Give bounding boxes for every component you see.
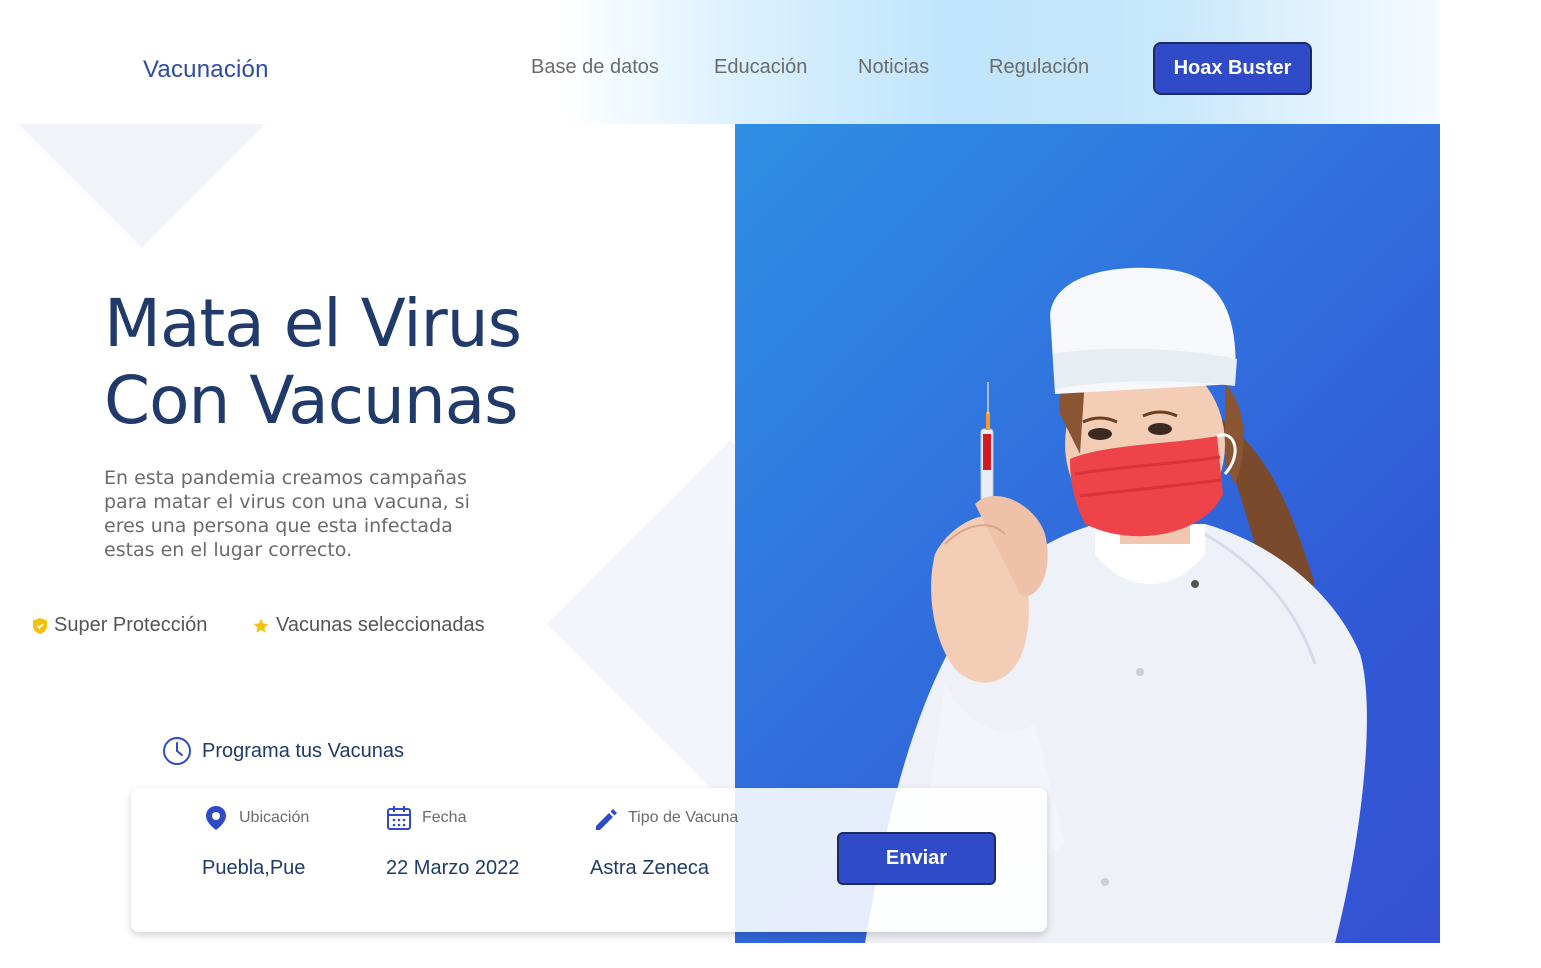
field-label-text: Ubicación: [239, 809, 310, 826]
field-label-tipo-de-vacuna: Tipo de Vacuna: [592, 804, 738, 832]
hero-title: Mata el Virus Con Vacunas: [104, 285, 522, 439]
nav-link-base-de-datos[interactable]: Base de datos: [531, 56, 659, 79]
feature-vacunas-seleccionadas: Vacunas seleccionadas: [252, 614, 485, 637]
date-value[interactable]: 22 Marzo 2022: [386, 857, 519, 880]
nav-link-educacion[interactable]: Educación: [714, 56, 807, 79]
schedule-heading-label: Programa tus Vacunas: [202, 739, 404, 762]
location-pin-icon: [206, 806, 226, 830]
calendar-icon: [387, 806, 411, 830]
field-label-text: Tipo de Vacuna: [628, 809, 739, 826]
hero-description: En esta pandemia creamos campañas para m…: [104, 467, 470, 561]
star-icon: [253, 618, 269, 633]
pencil-icon: [596, 809, 617, 830]
nav-link-regulacion[interactable]: Regulación: [989, 56, 1089, 79]
feature-label: Vacunas seleccionadas: [276, 614, 485, 636]
hero-title-line-2: Con Vacunas: [104, 362, 519, 439]
shield-icon: [33, 617, 47, 634]
hoax-buster-button[interactable]: Hoax Buster: [1153, 42, 1312, 95]
feature-label: Super Protección: [54, 614, 208, 636]
field-label-text: Fecha: [422, 809, 467, 826]
field-label-ubicacion: Ubicación: [203, 804, 309, 832]
decorative-triangle: [18, 124, 266, 248]
vaccine-type-value[interactable]: Astra Zeneca: [590, 857, 709, 880]
submit-button[interactable]: Enviar: [837, 832, 996, 885]
clock-icon: [163, 737, 191, 765]
schedule-heading: Programa tus Vacunas: [162, 736, 404, 766]
feature-super-proteccion: Super Protección: [32, 614, 207, 637]
hero-title-line-1: Mata el Virus: [104, 285, 522, 362]
field-label-fecha: Fecha: [386, 804, 466, 832]
location-value[interactable]: Puebla,Pue: [202, 857, 305, 880]
nav-link-noticias[interactable]: Noticias: [858, 56, 929, 79]
